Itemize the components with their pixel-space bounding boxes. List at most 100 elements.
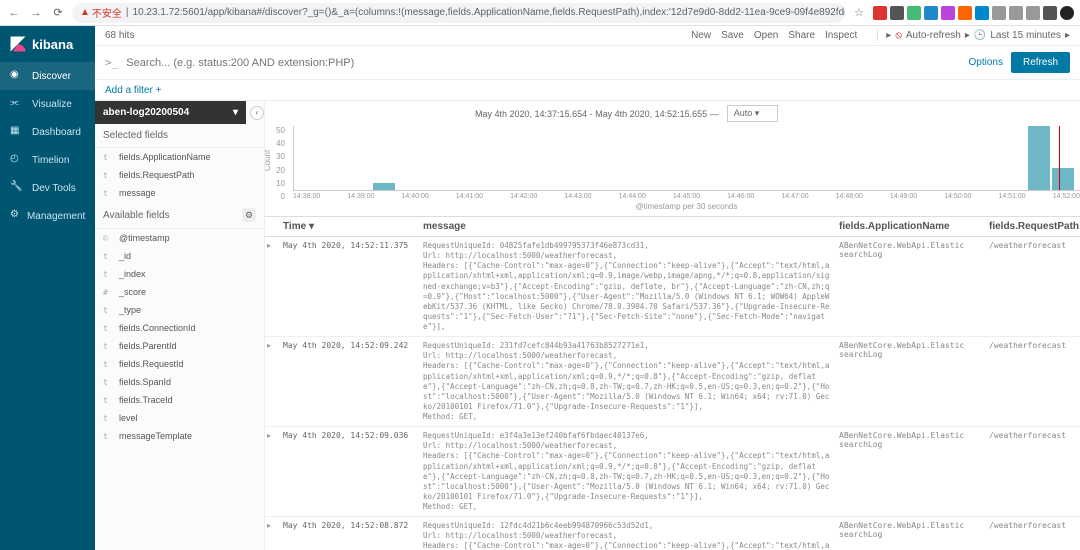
cell-request-path: /weatherforecast <box>985 427 1080 516</box>
col-application-name[interactable]: fields.ApplicationName <box>835 217 985 236</box>
col-time[interactable]: Time ▾ <box>279 217 419 236</box>
ext-icon-8[interactable] <box>992 6 1006 20</box>
bookmark-icon[interactable]: ☆ <box>851 5 867 21</box>
field-_type[interactable]: t_type <box>95 301 264 319</box>
time-range-text: May 4th 2020, 14:37:15.654 - May 4th 202… <box>475 109 719 119</box>
nav-discover[interactable]: ◉Discover <box>0 62 95 90</box>
address-bar[interactable]: ▲ 不安全 | 10.23.1.72:5601/app/kibana#/disc… <box>72 3 845 23</box>
ext-icon-9[interactable] <box>1009 6 1023 20</box>
selected-fields-header: Selected fields <box>95 124 264 148</box>
forward-icon[interactable]: → <box>28 5 44 21</box>
now-marker <box>1059 126 1060 190</box>
search-input[interactable] <box>126 57 960 69</box>
visualize-icon: ⫘ <box>10 97 24 111</box>
field-type-icon: t <box>103 189 113 198</box>
histogram-bar[interactable] <box>1028 126 1050 190</box>
cell-time: May 4th 2020, 14:52:09.242 <box>279 337 419 426</box>
ext-icon-1[interactable] <box>873 6 887 20</box>
expand-row-icon[interactable]: ▸ <box>265 517 279 550</box>
ext-icon-11[interactable] <box>1043 6 1057 20</box>
histogram-bar[interactable] <box>1052 168 1074 190</box>
fields-panel: aben-log20200504▾ ‹ Selected fields tfie… <box>95 101 265 550</box>
fields-settings-icon[interactable]: ⚙ <box>242 208 256 222</box>
expand-row-icon[interactable]: ▸ <box>265 237 279 336</box>
ext-icon-6[interactable] <box>958 6 972 20</box>
field-_index[interactable]: t_index <box>95 265 264 283</box>
ext-icon-3[interactable] <box>907 6 921 20</box>
expand-row-icon[interactable]: ▸ <box>265 427 279 516</box>
auto-refresh-off-icon[interactable]: ⦸ <box>895 30 902 41</box>
field-type-icon: t <box>103 378 113 387</box>
nav-dashboard[interactable]: ▦Dashboard <box>0 118 95 146</box>
field-messageTemplate[interactable]: tmessageTemplate <box>95 427 264 445</box>
top-link-inspect[interactable]: Inspect <box>825 30 857 41</box>
chart-bars <box>293 126 1080 191</box>
cell-request-path: /weatherforecast <box>985 517 1080 550</box>
field-fields-TraceId[interactable]: tfields.TraceId <box>95 391 264 409</box>
field-fields-RequestId[interactable]: tfields.RequestId <box>95 355 264 373</box>
field-fields-ParentId[interactable]: tfields.ParentId <box>95 337 264 355</box>
table-row: ▸May 4th 2020, 14:52:09.242RequestUnique… <box>265 337 1080 427</box>
timelion-icon: ◴ <box>10 153 24 167</box>
top-link-open[interactable]: Open <box>754 30 778 41</box>
nav-devtools[interactable]: 🔧Dev Tools <box>0 174 95 202</box>
top-bar: 68 hits NewSaveOpenShareInspect ▸ ⦸ Auto… <box>95 26 1080 46</box>
ext-icon-5[interactable] <box>941 6 955 20</box>
top-link-share[interactable]: Share <box>788 30 815 41</box>
interval-select[interactable]: Auto ▾ <box>727 105 779 122</box>
ext-icon-2[interactable] <box>890 6 904 20</box>
field-type-icon: t <box>103 171 113 180</box>
query-bar: >_ Options Refresh <box>95 46 1080 80</box>
ext-icon-10[interactable] <box>1026 6 1040 20</box>
histogram-chart[interactable]: Count 50403020100 14:38:0014:39:0014:40:… <box>265 126 1080 216</box>
table-row: ▸May 4th 2020, 14:52:08.872RequestUnique… <box>265 517 1080 550</box>
reload-icon[interactable]: ⟳ <box>50 5 66 21</box>
field-_score[interactable]: #_score <box>95 283 264 301</box>
expand-row-icon[interactable]: ▸ <box>265 337 279 426</box>
add-filter-link[interactable]: Add a filter + <box>105 85 161 96</box>
time-range-link[interactable]: Last 15 minutes <box>990 30 1061 41</box>
nav-timelion[interactable]: ◴Timelion <box>0 146 95 174</box>
results-table: Time ▾ message fields.ApplicationName fi… <box>265 216 1080 550</box>
field-_id[interactable]: t_id <box>95 247 264 265</box>
kibana-icon <box>8 34 28 54</box>
col-request-path[interactable]: fields.RequestPath <box>985 217 1080 236</box>
collapse-panel-icon[interactable]: ‹ <box>250 106 264 120</box>
cell-message: RequestUniqueId: 04825fafe1db499795373f4… <box>419 237 835 336</box>
ext-icon-7[interactable] <box>975 6 989 20</box>
field-fields-ApplicationName[interactable]: tfields.ApplicationName <box>95 148 264 166</box>
back-icon[interactable]: ← <box>6 5 22 21</box>
index-pattern-header[interactable]: aben-log20200504▾ <box>95 101 246 124</box>
kibana-logo[interactable]: kibana <box>0 26 95 62</box>
data-panel: May 4th 2020, 14:37:15.654 - May 4th 202… <box>265 101 1080 550</box>
field-fields-RequestPath[interactable]: tfields.RequestPath <box>95 166 264 184</box>
cell-message: RequestUniqueId: 12fdc4d21b6c4eeb9948709… <box>419 517 835 550</box>
time-caret-icon[interactable]: ▸ <box>965 30 970 41</box>
ext-icon-4[interactable] <box>924 6 938 20</box>
field-fields-SpanId[interactable]: tfields.SpanId <box>95 373 264 391</box>
caret-right-icon[interactable]: ▸ <box>1065 30 1070 41</box>
refresh-button[interactable]: Refresh <box>1011 52 1070 73</box>
col-message[interactable]: message <box>419 217 835 236</box>
options-link[interactable]: Options <box>969 57 1003 68</box>
field-type-icon: t <box>103 306 113 315</box>
auto-refresh-link[interactable]: Auto-refresh <box>906 30 961 41</box>
extensions-tray <box>873 6 1074 20</box>
histogram-bar[interactable] <box>373 183 395 190</box>
kibana-sidebar: kibana ◉Discover⫘Visualize▦Dashboard◴Tim… <box>0 26 95 550</box>
filter-bar: Add a filter + <box>95 80 1080 101</box>
nav-management[interactable]: ⚙Management <box>0 202 95 230</box>
auto-refresh-caret-icon[interactable]: ▸ <box>886 30 891 41</box>
field-fields-ConnectionId[interactable]: tfields.ConnectionId <box>95 319 264 337</box>
cell-application-name: ABenNetCore.WebApi.ElasticsearchLog <box>835 337 985 426</box>
field-@timestamp[interactable]: ©@timestamp <box>95 229 264 247</box>
ext-icon-12[interactable] <box>1060 6 1074 20</box>
available-fields-header: Available fields <box>103 210 170 221</box>
x-axis-label: @timestamp per 30 seconds <box>293 202 1080 215</box>
field-level[interactable]: tlevel <box>95 409 264 427</box>
field-type-icon: t <box>103 153 113 162</box>
top-link-save[interactable]: Save <box>721 30 744 41</box>
nav-visualize[interactable]: ⫘Visualize <box>0 90 95 118</box>
field-message[interactable]: tmessage <box>95 184 264 202</box>
top-link-new[interactable]: New <box>691 30 711 41</box>
